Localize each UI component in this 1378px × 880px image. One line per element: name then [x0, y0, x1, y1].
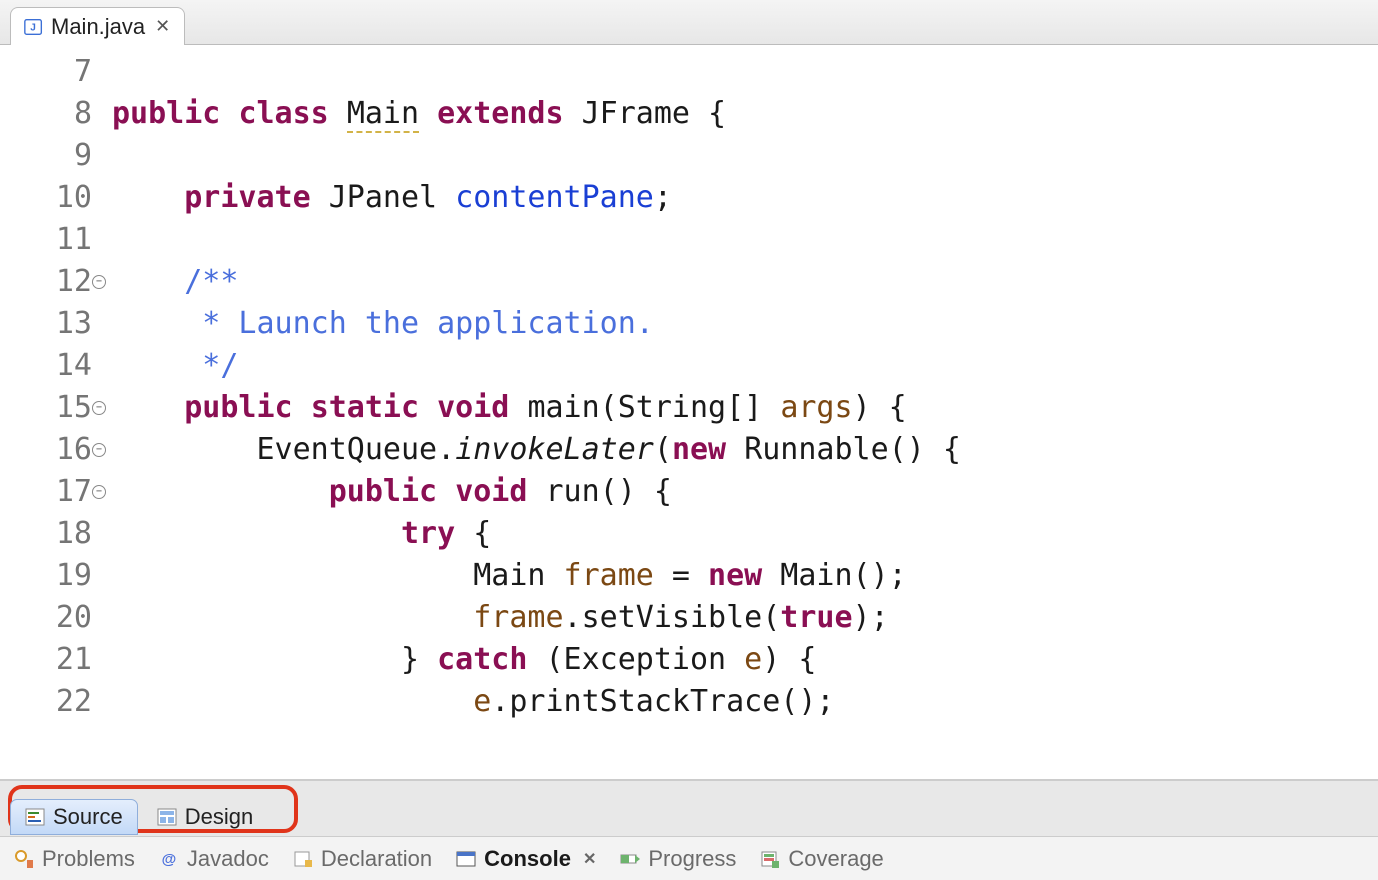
code-line[interactable]: public static void main(String[] args) { — [112, 387, 1378, 429]
line-number: 11 — [0, 219, 92, 261]
view-tab-progress[interactable]: Progress — [620, 846, 736, 872]
close-icon[interactable]: ✕ — [583, 849, 596, 869]
line-number: 13 — [0, 303, 92, 345]
view-tab-problems[interactable]: Problems — [14, 846, 135, 872]
code-line[interactable]: public void run() { — [112, 471, 1378, 513]
code-line[interactable] — [112, 135, 1378, 177]
line-number: 17− — [0, 471, 92, 513]
editor-tab-label: Main.java — [51, 14, 145, 40]
line-number: 14 — [0, 345, 92, 387]
line-number: 8 — [0, 93, 92, 135]
line-number: 22 — [0, 681, 92, 723]
line-number: 12− — [0, 261, 92, 303]
bottom-views-bar: Problems @ Javadoc Declaration Console ✕ — [0, 836, 1378, 880]
line-number: 20 — [0, 597, 92, 639]
mode-tab-source[interactable]: Source — [10, 799, 138, 835]
fold-toggle-icon[interactable]: − — [92, 401, 106, 415]
code-line[interactable]: e.printStackTrace(); — [112, 681, 1378, 723]
code-line[interactable]: } catch (Exception e) { — [112, 639, 1378, 681]
code-line[interactable]: frame.setVisible(true); — [112, 597, 1378, 639]
mode-tab-design[interactable]: Design — [142, 799, 268, 835]
svg-text:J: J — [30, 22, 36, 33]
view-tab-declaration[interactable]: Declaration — [293, 846, 432, 872]
declaration-icon — [293, 849, 313, 869]
design-view-icon — [157, 807, 177, 827]
fold-toggle-icon[interactable]: − — [92, 275, 106, 289]
view-tab-coverage[interactable]: Coverage — [760, 846, 883, 872]
code-line[interactable] — [112, 219, 1378, 261]
view-tab-label: Javadoc — [187, 846, 269, 872]
code-line[interactable]: * Launch the application. — [112, 303, 1378, 345]
java-file-icon: J — [23, 16, 45, 38]
code-line[interactable]: */ — [112, 345, 1378, 387]
svg-text:@: @ — [162, 851, 177, 868]
editor-tab-main-java[interactable]: J Main.java ✕ — [10, 7, 185, 45]
line-number: 18 — [0, 513, 92, 555]
view-tab-label: Declaration — [321, 846, 432, 872]
line-number: 7 — [0, 51, 92, 93]
view-tab-label: Progress — [648, 846, 736, 872]
line-number-gutter: 789101112−131415−16−17−1819202122 — [0, 45, 100, 779]
code-line[interactable]: public class Main extends JFrame { — [112, 93, 1378, 135]
view-tab-label: Console — [484, 846, 571, 872]
line-number: 15− — [0, 387, 92, 429]
line-number: 9 — [0, 135, 92, 177]
fold-toggle-icon[interactable]: − — [92, 485, 106, 499]
code-line[interactable] — [112, 51, 1378, 93]
code-editor[interactable]: 789101112−131415−16−17−1819202122 public… — [0, 45, 1378, 780]
code-line[interactable]: try { — [112, 513, 1378, 555]
view-tab-label: Problems — [42, 846, 135, 872]
line-number: 21 — [0, 639, 92, 681]
view-tab-label: Coverage — [788, 846, 883, 872]
editor-tabbar: J Main.java ✕ — [0, 0, 1378, 45]
progress-icon — [620, 849, 640, 869]
code-line[interactable]: private JPanel contentPane; — [112, 177, 1378, 219]
code-line[interactable]: /** — [112, 261, 1378, 303]
code-line[interactable]: EventQueue.invokeLater(new Runnable() { — [112, 429, 1378, 471]
editor-mode-tabs: Source Design — [0, 780, 1378, 836]
line-number: 10 — [0, 177, 92, 219]
coverage-icon — [760, 849, 780, 869]
fold-toggle-icon[interactable]: − — [92, 443, 106, 457]
view-tab-javadoc[interactable]: @ Javadoc — [159, 846, 269, 872]
code-area[interactable]: public class Main extends JFrame { priva… — [100, 45, 1378, 779]
console-icon — [456, 849, 476, 869]
line-number: 16− — [0, 429, 92, 471]
view-tab-console[interactable]: Console ✕ — [456, 846, 596, 872]
code-line[interactable]: Main frame = new Main(); — [112, 555, 1378, 597]
mode-tab-label: Source — [53, 804, 123, 830]
close-icon[interactable]: ✕ — [155, 16, 170, 37]
mode-tab-label: Design — [185, 804, 253, 830]
source-view-icon — [25, 807, 45, 827]
javadoc-icon: @ — [159, 849, 179, 869]
problems-icon — [14, 849, 34, 869]
line-number: 19 — [0, 555, 92, 597]
